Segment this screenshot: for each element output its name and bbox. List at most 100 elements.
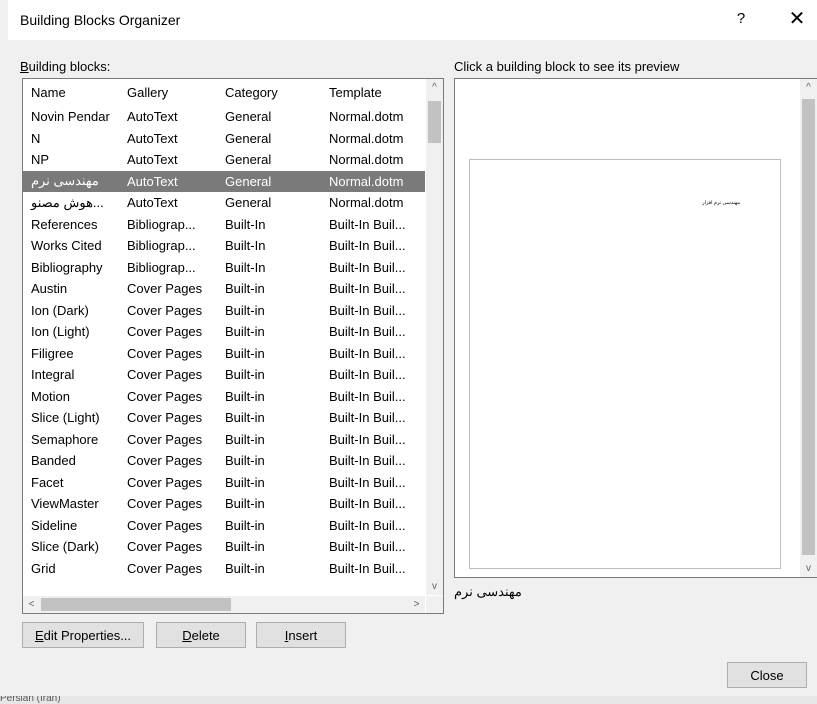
building-blocks-organizer-dialog: Building Blocks Organizer ? ✕ Building b… — [8, 0, 817, 696]
cell-category: Built-in — [225, 345, 265, 361]
statusbar: Persian (Iran) — [0, 696, 817, 704]
list-horizontal-scrollbar[interactable]: < > — [23, 596, 425, 613]
cell-category: Built-in — [225, 431, 265, 447]
delete-button[interactable]: Delete — [156, 622, 246, 648]
cell-name: Austin — [31, 281, 68, 297]
cell-name: ...هوش مصنو — [31, 194, 104, 210]
scrollbar-corner — [426, 596, 443, 613]
table-row[interactable]: Integral Cover Pages Built-in Built-In Buil… — [23, 364, 425, 386]
table-row[interactable]: Semaphore Cover Pages Built-in Built-In Bui… — [23, 429, 425, 451]
table-row[interactable]: Slice (Light) Cover Pages Built-in Built-In… — [23, 407, 425, 429]
cell-name: Ion (Dark) — [31, 302, 89, 318]
table-row[interactable]: References Bibliograp... Built-In Built-In … — [23, 214, 425, 236]
table-row[interactable]: N AutoText General Normal.dotm — [23, 128, 425, 150]
table-row[interactable]: Works Cited Bibliograp... Built-In Built-In… — [23, 235, 425, 257]
close-icon[interactable]: ✕ — [784, 6, 810, 32]
preview-block-name: مهندسی نرم — [454, 584, 522, 599]
table-row[interactable]: Facet Cover Pages Built-in Built-In Buil... — [23, 472, 425, 494]
table-header-row: Name Gallery Category Template — [23, 79, 425, 106]
column-header-template[interactable]: Template — [321, 79, 425, 106]
insert-button[interactable]: Insert — [256, 622, 346, 648]
scroll-down-icon[interactable]: v — [426, 578, 443, 595]
table-row[interactable]: ViewMaster Cover Pages Built-in Built-In Bu… — [23, 493, 425, 515]
cell-template: Built-In Buil... — [329, 388, 406, 404]
cell-name: Integral — [31, 367, 75, 383]
list-horizontal-scroll-thumb[interactable] — [41, 598, 231, 611]
table-row[interactable]: Ion (Dark) Cover Pages Built-in Built-In Bu… — [23, 300, 425, 322]
list-vertical-scrollbar[interactable]: ^ v — [426, 79, 443, 595]
table-row[interactable]: Sideline Cover Pages Built-in Built-In Buil… — [23, 515, 425, 537]
column-header-name[interactable]: Name — [23, 79, 119, 106]
cell-gallery: Cover Pages — [127, 388, 203, 404]
column-header-gallery[interactable]: Gallery — [119, 79, 217, 106]
scroll-right-icon[interactable]: > — [408, 596, 425, 613]
cell-template: Built-In Buil... — [329, 238, 406, 254]
cell-name: References — [31, 216, 98, 232]
cell-template: Built-In Buil... — [329, 367, 406, 383]
cell-category: Built-in — [225, 302, 265, 318]
cell-category: Built-In — [225, 238, 266, 254]
table-row[interactable]: Banded Cover Pages Built-in Built-In Buil..… — [23, 450, 425, 472]
cell-category: General — [225, 195, 272, 211]
cell-template: Built-In Buil... — [329, 345, 406, 361]
table-row[interactable]: Austin Cover Pages Built-in Built-In Buil..… — [23, 278, 425, 300]
table-row[interactable]: Ion (Light) Cover Pages Built-in Built-In B… — [23, 321, 425, 343]
cell-template: Built-In Buil... — [329, 259, 406, 275]
cell-template: Normal.dotm — [329, 152, 404, 168]
cell-category: Built-in — [225, 388, 265, 404]
dialog-title: Building Blocks Organizer — [20, 12, 181, 28]
cell-gallery: AutoText — [119, 170, 217, 192]
preview-hint-label: Click a building block to see its previe… — [454, 59, 680, 74]
cell-name: Banded — [31, 453, 76, 469]
cell-category: Built-in — [225, 539, 265, 555]
building-blocks-list[interactable]: Name Gallery Category Template Novin Pen… — [22, 78, 444, 614]
table-row[interactable]: Motion Cover Pages Built-in Built-In Buil..… — [23, 386, 425, 408]
cell-gallery: Cover Pages — [127, 302, 203, 318]
cell-category: Built-In — [225, 216, 266, 232]
preview-vertical-scrollbar[interactable]: ^ v — [800, 79, 817, 577]
table-row[interactable]: Novin Pendar AutoText General Normal.dotm — [23, 106, 425, 128]
cell-name: ViewMaster — [31, 496, 99, 512]
cell-name: NP — [31, 152, 50, 168]
cell-name: Sideline — [31, 517, 78, 533]
cell-category: General — [217, 170, 321, 192]
cell-gallery: AutoText — [127, 130, 178, 146]
cell-name: Motion — [31, 388, 71, 404]
scroll-up-icon[interactable]: ^ — [426, 79, 443, 96]
table-row[interactable]: Slice (Dark) Cover Pages Built-in Built-In … — [23, 536, 425, 558]
cell-template: Built-In Buil... — [329, 324, 406, 340]
edit-properties-button[interactable]: Edit Properties... — [22, 622, 144, 648]
table-row[interactable]: Grid Cover Pages Built-in Built-In Buil... — [23, 558, 425, 580]
cell-category: Built-in — [225, 517, 265, 533]
cell-template: Built-In Buil... — [329, 517, 406, 533]
cell-gallery: Cover Pages — [127, 345, 203, 361]
cell-category: General — [225, 109, 272, 125]
column-header-category[interactable]: Category — [217, 79, 321, 106]
close-button[interactable]: Close — [727, 662, 807, 688]
cell-name: Semaphore — [31, 431, 99, 447]
table-row[interactable]: Filigree Cover Pages Built-in Built-In Buil… — [23, 343, 425, 365]
cell-gallery: Bibliograp... — [127, 259, 196, 275]
table-row[interactable]: ...هوش مصنو AutoText General Normal.dotm — [23, 192, 425, 214]
table-row[interactable]: NP AutoText General Normal.dotm — [23, 149, 425, 171]
list-vertical-scroll-thumb[interactable] — [428, 101, 441, 143]
cell-gallery: Cover Pages — [127, 324, 203, 340]
cell-gallery: Cover Pages — [127, 560, 203, 576]
table-row[interactable]: مهندسی نرم AutoText General Normal.dotm — [23, 170, 425, 192]
cell-category: General — [225, 130, 272, 146]
preview-scroll-down-icon[interactable]: v — [800, 560, 817, 577]
title-bar: Building Blocks Organizer ? ✕ — [8, 0, 817, 40]
cell-gallery: Bibliograp... — [127, 238, 196, 254]
cell-gallery: Bibliograp... — [127, 216, 196, 232]
scroll-left-icon[interactable]: < — [23, 596, 40, 613]
cell-name: Novin Pendar — [31, 109, 110, 125]
cell-name: Filigree — [31, 345, 74, 361]
cell-gallery: Cover Pages — [127, 474, 203, 490]
preview-scroll-up-icon[interactable]: ^ — [800, 79, 817, 96]
cell-gallery: Cover Pages — [127, 367, 203, 383]
preview-scroll-thumb[interactable] — [802, 99, 815, 555]
cell-template: Built-In Buil... — [329, 410, 406, 426]
cell-name: N — [31, 130, 41, 146]
table-row[interactable]: Bibliography Bibliograp... Built-In Built-I… — [23, 257, 425, 279]
help-button[interactable]: ? — [730, 10, 752, 27]
